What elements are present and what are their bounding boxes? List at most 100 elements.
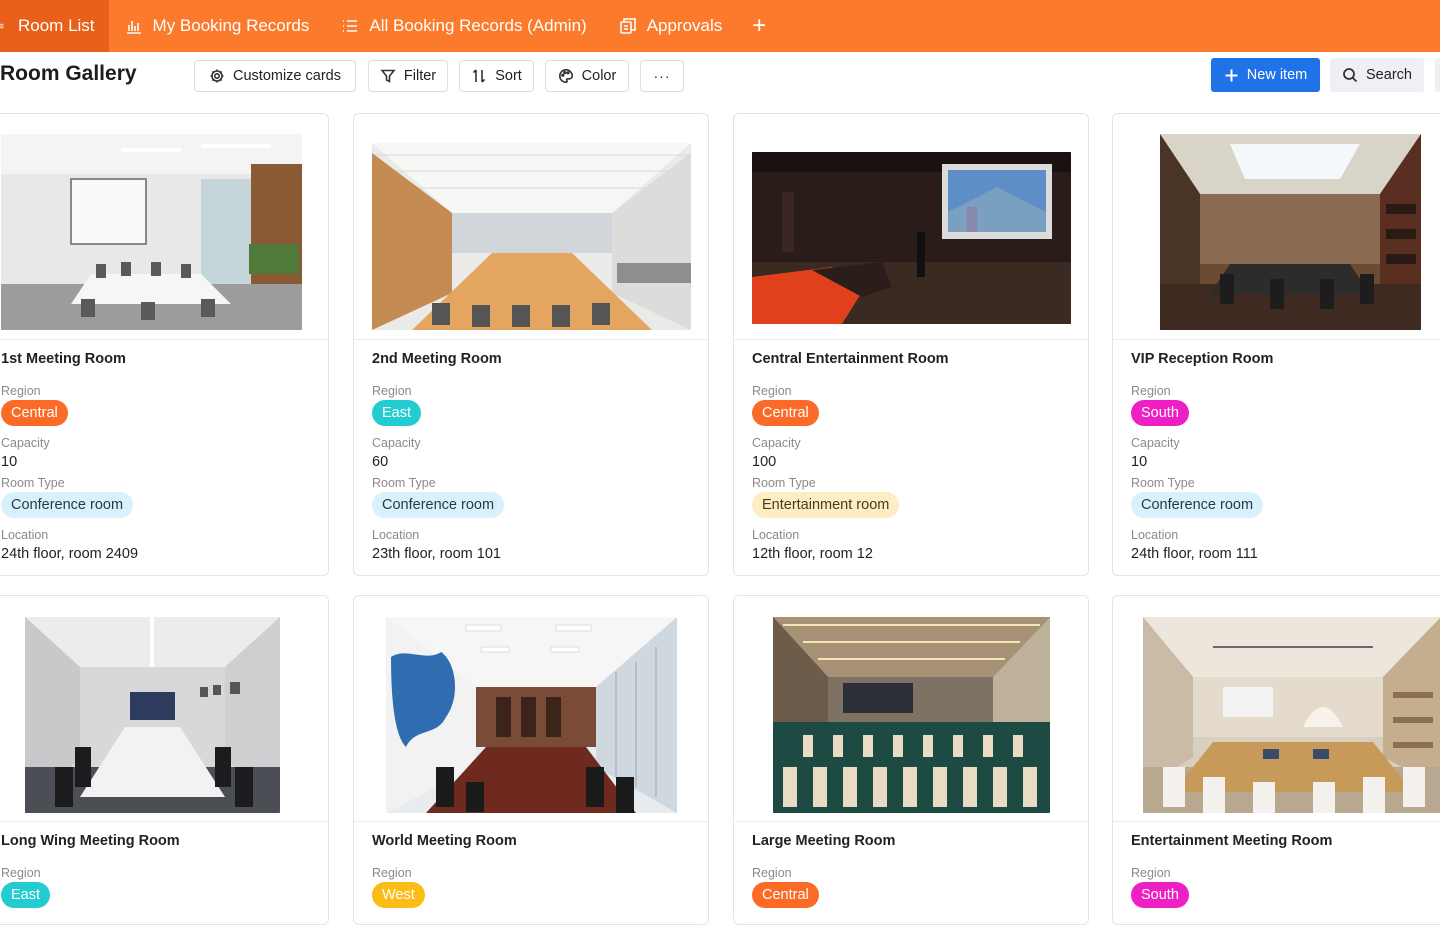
room-card[interactable]: Central Entertainment Room Region Centra… xyxy=(733,113,1089,576)
field-label-room-type: Room Type xyxy=(752,476,816,490)
room-type-badge: Conference room xyxy=(1,492,134,518)
field-label-capacity: Capacity xyxy=(1131,436,1180,450)
room-photo xyxy=(752,152,1071,324)
filter-button[interactable]: Filter xyxy=(368,60,448,92)
field-label-region: Region xyxy=(1131,866,1171,880)
sort-icon xyxy=(471,68,487,84)
field-label-location: Location xyxy=(372,528,420,542)
page-title: Room Gallery xyxy=(0,62,137,85)
toolbar-edge-button[interactable] xyxy=(1435,58,1440,92)
bar-chart-icon xyxy=(125,17,143,35)
card-title: Long Wing Meeting Room xyxy=(1,833,180,849)
region-badge: West xyxy=(372,882,425,908)
menu-icon xyxy=(0,17,8,35)
tab-label: All Booking Records (Admin) xyxy=(369,16,587,35)
card-title: 2nd Meeting Room xyxy=(372,351,502,367)
region-badge: South xyxy=(1131,882,1189,908)
region-badge: East xyxy=(372,400,422,426)
location-value: 24th floor, room 111 xyxy=(1131,546,1258,562)
room-type-badge: Entertainment room xyxy=(752,492,900,518)
search-icon xyxy=(1342,67,1358,83)
field-label-room-type: Room Type xyxy=(1131,476,1195,490)
tab-approvals[interactable]: Approvals xyxy=(603,0,739,52)
card-title: Central Entertainment Room xyxy=(752,351,949,367)
field-label-location: Location xyxy=(1131,528,1179,542)
more-icon: ··· xyxy=(653,68,671,84)
tab-all-booking-records[interactable]: All Booking Records (Admin) xyxy=(325,0,602,52)
field-label-region: Region xyxy=(752,866,792,880)
room-photo xyxy=(372,143,691,330)
card-title: VIP Reception Room xyxy=(1131,351,1274,367)
new-item-label: New item xyxy=(1246,67,1308,83)
room-photo xyxy=(386,617,677,813)
field-label-region: Region xyxy=(372,384,412,398)
capacity-value: 60 xyxy=(372,454,389,470)
room-card[interactable]: Large Meeting Room Region Central xyxy=(733,595,1089,925)
card-title: Entertainment Meeting Room xyxy=(1131,833,1333,849)
location-value: 23th floor, room 101 xyxy=(372,546,501,562)
room-card[interactable]: Entertainment Meeting Room Region South xyxy=(1112,595,1440,925)
card-title: Large Meeting Room xyxy=(752,833,896,849)
tab-my-booking-records[interactable]: My Booking Records xyxy=(109,0,326,52)
plus-icon xyxy=(1224,68,1239,83)
field-label-region: Region xyxy=(1131,384,1171,398)
room-photo xyxy=(773,617,1050,813)
sort-button[interactable]: Sort xyxy=(459,60,534,92)
field-label-room-type: Room Type xyxy=(1,476,65,490)
capacity-value: 10 xyxy=(1131,454,1148,470)
region-badge: Central xyxy=(1,400,68,426)
sort-label: Sort xyxy=(495,68,522,84)
copy-icon xyxy=(619,17,637,35)
customize-cards-label: Customize cards xyxy=(233,68,341,84)
room-photo xyxy=(25,617,280,813)
tab-label: Approvals xyxy=(646,16,723,35)
tab-label: My Booking Records xyxy=(152,16,310,35)
field-label-capacity: Capacity xyxy=(372,436,421,450)
room-photo xyxy=(1,134,302,330)
room-card[interactable]: VIP Reception Room Region South Capacity… xyxy=(1112,113,1440,576)
room-type-badge: Conference room xyxy=(1131,492,1264,518)
field-label-location: Location xyxy=(1,528,49,542)
more-options-button[interactable]: ··· xyxy=(640,60,684,92)
filter-icon xyxy=(380,68,396,84)
room-card[interactable]: World Meeting Room Region West xyxy=(353,595,709,925)
gear-icon xyxy=(209,68,225,84)
card-title: World Meeting Room xyxy=(372,833,517,849)
tab-room-list[interactable]: Room List xyxy=(0,0,109,52)
region-badge: Central xyxy=(752,400,819,426)
filter-label: Filter xyxy=(403,68,437,84)
field-label-capacity: Capacity xyxy=(752,436,801,450)
region-badge: Central xyxy=(752,882,819,908)
search-button[interactable]: Search xyxy=(1330,58,1424,92)
view-toolbar: Room Gallery Customize cards Filter Sort… xyxy=(0,52,1440,100)
room-card[interactable]: 2nd Meeting Room Region East Capacity 60… xyxy=(353,113,709,576)
field-label-region: Region xyxy=(752,384,792,398)
color-label: Color xyxy=(581,68,617,84)
list-icon xyxy=(341,17,359,35)
field-label-capacity: Capacity xyxy=(1,436,50,450)
add-tab-button[interactable]: + xyxy=(738,0,780,52)
card-title: 1st Meeting Room xyxy=(1,351,126,367)
region-badge: South xyxy=(1131,400,1189,426)
field-label-region: Region xyxy=(1,384,41,398)
room-card[interactable]: 1st Meeting Room Region Central Capacity… xyxy=(0,113,329,576)
room-type-badge: Conference room xyxy=(372,492,505,518)
new-item-button[interactable]: New item xyxy=(1211,58,1320,92)
location-value: 24th floor, room 2409 xyxy=(1,546,139,562)
room-photo xyxy=(1143,617,1440,813)
top-tab-bar: Room List My Booking Records All Booking… xyxy=(0,0,1440,52)
field-label-region: Region xyxy=(372,866,412,880)
field-label-location: Location xyxy=(752,528,800,542)
search-label: Search xyxy=(1366,67,1412,83)
field-label-room-type: Room Type xyxy=(372,476,436,490)
field-label-region: Region xyxy=(1,866,41,880)
room-photo xyxy=(1160,134,1421,330)
tab-label: Room List xyxy=(18,16,95,35)
room-card[interactable]: Long Wing Meeting Room Region East xyxy=(0,595,329,925)
palette-icon xyxy=(558,68,574,84)
capacity-value: 100 xyxy=(752,454,777,470)
color-button[interactable]: Color xyxy=(545,60,629,92)
location-value: 12th floor, room 12 xyxy=(752,546,873,562)
customize-cards-button[interactable]: Customize cards xyxy=(194,60,356,92)
capacity-value: 10 xyxy=(1,454,18,470)
